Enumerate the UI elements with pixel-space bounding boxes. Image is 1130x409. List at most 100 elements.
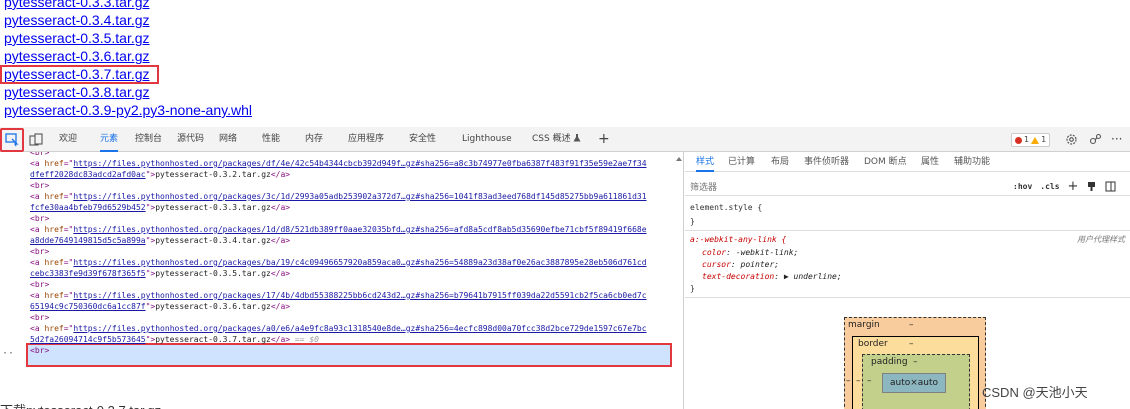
share-nodes-icon [1089,133,1101,145]
ua-prop-cursor[interactable]: cursor: pointer; [702,260,779,269]
link-pytesseract-0-3-6[interactable]: pytesseract-0.3.6.tar.gz [0,47,1130,65]
element-style-close: } [690,217,695,226]
add-tab-button[interactable]: + [598,127,610,152]
link-pytesseract-0-3-5[interactable]: pytesseract-0.3.5.tar.gz [0,29,1130,47]
href-link[interactable]: https://files.pythonhosted.org/packages/… [73,291,646,300]
more-options-button[interactable]: ··· [1111,127,1122,152]
link-pytesseract-0-3-8[interactable]: pytesseract-0.3.8.tar.gz [0,83,1130,101]
paint-brush-icon[interactable] [1086,181,1097,192]
selected-node-highlight [26,343,672,367]
tab-console[interactable]: 控制台 [135,127,162,152]
tab-sources[interactable]: 源代码 [177,127,204,152]
anchor-text: pytesseract-0.3.5.tar.gz [155,269,271,278]
br-tag: <br> [30,280,50,289]
ua-prop-text-decoration[interactable]: text-decoration: ▶ underline; [702,272,842,281]
device-toolbar-button[interactable] [27,127,45,152]
tab-welcome[interactable]: 欢迎 [59,127,77,152]
tag-name: <a [30,258,45,267]
box-model-content[interactable]: auto×auto [882,373,946,393]
dom-node-anchor[interactable]: <a href="https://files.pythonhosted.org/… [30,158,647,169]
anchor-close-tag: </a> [270,170,291,179]
box-model-margin-value: – [909,320,914,330]
href-link[interactable]: https://files.pythonhosted.org/packages/… [73,192,646,201]
href-link-cont[interactable]: fcfe30aa4bfeb79d6529b452 [30,203,146,212]
dom-node-br[interactable]: <br> [30,180,49,191]
link-pytesseract-0-3-7[interactable]: pytesseract-0.3.7.tar.gz [0,65,1130,84]
tab-network[interactable]: 网络 [219,127,237,152]
href-link[interactable]: https://files.pythonhosted.org/packages/… [73,258,646,267]
tab-accessibility[interactable]: 辅助功能 [954,152,990,172]
dom-node-anchor-cont: 5d2fa26094714c9f5b573645">pytesseract-0.… [30,334,319,345]
anchor-open-tag: <a href=" [30,324,73,333]
sidebar-toggle-icon[interactable] [1105,181,1116,192]
rule-divider [685,230,1130,231]
tab-styles[interactable]: 样式 [696,152,715,172]
class-toggle[interactable]: .cls [1040,182,1059,191]
tab-computed[interactable]: 已计算 [728,152,755,172]
connections-button[interactable] [1087,127,1103,152]
tab-security[interactable]: 安全性 [409,127,436,152]
prop-value: pointer; [740,260,780,269]
href-link[interactable]: https://files.pythonhosted.org/packages/… [73,324,646,333]
link-pytesseract-0-3-4[interactable]: pytesseract-0.3.4.tar.gz [0,11,1130,29]
dom-node-br[interactable]: <br> [30,279,49,290]
warning-icon [1031,136,1040,144]
download-caption: 下载pytesseract-0.3.7.tar.gz [0,400,161,409]
tab-dom-breakpoints[interactable]: DOM 断点 [864,152,907,172]
ua-rule-selector[interactable]: a:-webkit-any-link { [690,235,786,244]
anchor-text: pytesseract-0.3.7.tar.gz [155,335,271,344]
tab-elements[interactable]: 元素 [100,127,119,152]
tab-memory[interactable]: 内存 [305,127,323,152]
href-link-cont[interactable]: dfeff2028dc83adcd2afd0ac [30,170,146,179]
href-link[interactable]: https://files.pythonhosted.org/packages/… [73,225,646,234]
csdn-watermark: CSDN @天池小天 [982,385,1088,400]
scroll-up-arrow-icon[interactable] [676,157,682,161]
box-model-margin-label: margin [848,320,880,330]
href-link-cont[interactable]: 5d2fa26094714c9f5b573645 [30,335,146,344]
link-pytesseract-0-3-9-whl[interactable]: pytesseract-0.3.9-py2.py3-none-any.whl [0,101,1130,119]
node-actions-dots[interactable]: ·· [2,348,14,359]
tag-name: <a [30,291,45,300]
anchor-tag-end: "> [145,335,156,344]
dom-node-anchor[interactable]: <a href="https://files.pythonhosted.org/… [30,323,647,334]
hover-state-toggle[interactable]: :hov [1013,182,1032,191]
tab-lighthouse[interactable]: Lighthouse [462,127,512,152]
attr-eq: =" [63,159,74,168]
settings-button[interactable] [1063,127,1079,152]
tab-performance[interactable]: 性能 [262,127,280,152]
anchor-tag-end: "> [145,203,156,212]
dom-node-anchor[interactable]: <a href="https://files.pythonhosted.org/… [30,224,647,235]
dom-node-anchor[interactable]: <a href="https://files.pythonhosted.org/… [30,290,647,301]
styles-filter-tools: :hov .cls + [1013,179,1116,194]
tab-event-listeners[interactable]: 事件侦听器 [804,152,849,172]
ua-prop-color[interactable]: color: -webkit-link; [702,248,798,257]
attr-name: href [44,225,64,234]
tab-application[interactable]: 应用程序 [348,127,384,152]
href-link-cont[interactable]: 65194c9c750360dc6a1cc87f [30,302,146,311]
new-rule-button[interactable]: + [1068,179,1079,194]
issues-badge[interactable]: 1 1 [1011,133,1051,147]
inspect-element-button[interactable] [2,127,22,152]
href-link-cont[interactable]: cebc3383fe9d39f678f365f5 [30,269,146,278]
dom-node-br[interactable]: <br> [30,213,49,224]
tab-layout[interactable]: 布局 [771,152,789,172]
dom-node-br[interactable]: <br> [30,345,49,356]
device-icon [29,132,43,146]
dom-node-anchor[interactable]: <a href="https://files.pythonhosted.org/… [30,191,647,202]
dom-node-br[interactable]: <br> [30,246,49,257]
element-style-rule[interactable]: element.style { [690,203,762,212]
box-model-padding-value: – [913,357,918,367]
styles-filter-input[interactable]: 筛选器 [690,180,717,193]
dom-node-anchor[interactable]: <a href="https://files.pythonhosted.org/… [30,257,647,268]
dom-node-br[interactable]: <br> [30,312,49,323]
attr-name: href [44,159,64,168]
tab-properties[interactable]: 属性 [921,152,939,172]
anchor-tag-end: "> [145,236,156,245]
anchor-close-tag: </a> [270,203,291,212]
href-link-cont[interactable]: a8dde7649149815d5c5a899a [30,236,146,245]
attr-name: href [44,258,64,267]
link-pytesseract-0-3-3[interactable]: pytesseract-0.3.3.tar.gz [0,0,1130,11]
box-model-padding-label: padding [871,357,908,367]
tab-css-overview[interactable]: CSS 概述 [532,127,581,152]
href-link[interactable]: https://files.pythonhosted.org/packages/… [73,159,646,168]
